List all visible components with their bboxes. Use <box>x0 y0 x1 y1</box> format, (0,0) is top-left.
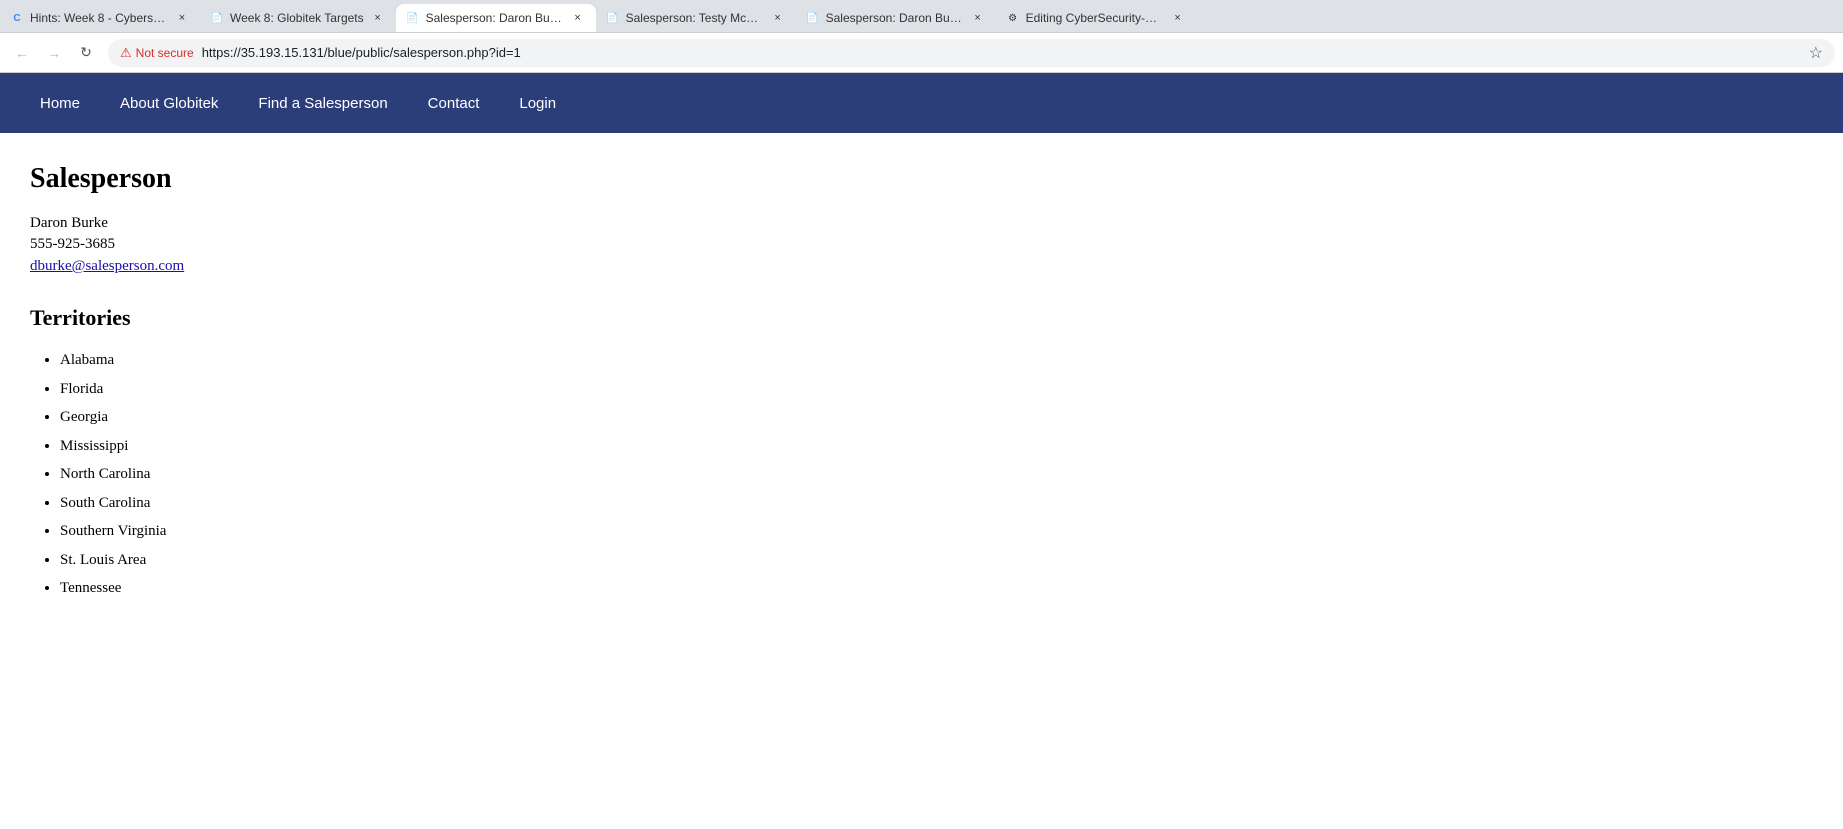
warning-icon: ⚠ <box>120 45 132 61</box>
main-content: Salesperson Daron Burke 555-925-3685 dbu… <box>0 133 900 633</box>
reload-button[interactable]: ↻ <box>72 39 100 67</box>
territory-item: Tennessee <box>60 574 870 603</box>
security-warning: ⚠ Not secure <box>120 45 194 61</box>
nav-link[interactable]: Home <box>20 73 100 133</box>
territory-item: St. Louis Area <box>60 546 870 575</box>
territory-item: South Carolina <box>60 489 870 518</box>
territories-list: AlabamaFloridaGeorgiaMississippiNorth Ca… <box>30 346 870 603</box>
browser-tab[interactable]: 📄 Salesperson: Daron Burk... × <box>396 4 596 32</box>
tab-bar: C Hints: Week 8 - Cyberse... × 📄 Week 8: Glo… <box>0 0 1843 32</box>
page-title: Salesperson <box>30 163 870 195</box>
tab-close-button[interactable]: × <box>570 10 586 26</box>
tab-close-button[interactable]: × <box>970 10 986 26</box>
tab-favicon: 📄 <box>210 11 224 25</box>
nav-link[interactable]: Login <box>499 73 576 133</box>
security-label: Not secure <box>136 46 194 60</box>
nav-buttons: ← → ↻ <box>8 39 100 67</box>
salesperson-info: Daron Burke 555-925-3685 dburke@salesper… <box>30 215 870 275</box>
url-text[interactable]: https://35.193.15.131/blue/public/salesp… <box>202 45 521 60</box>
browser-tab[interactable]: ⚙ Editing CyberSecurity-W... × <box>996 4 1196 32</box>
salesperson-phone: 555-925-3685 <box>30 236 870 253</box>
tab-close-button[interactable]: × <box>770 10 786 26</box>
territory-item: North Carolina <box>60 460 870 489</box>
territory-item: Florida <box>60 375 870 404</box>
tab-title: Salesperson: Daron Burk... <box>426 11 564 25</box>
tab-title: Hints: Week 8 - Cyberse... <box>30 11 168 25</box>
territory-item: Southern Virginia <box>60 517 870 546</box>
territory-item: Georgia <box>60 403 870 432</box>
back-button[interactable]: ← <box>8 39 36 67</box>
browser-chrome: C Hints: Week 8 - Cyberse... × 📄 Week 8: Glo… <box>0 0 1843 73</box>
browser-tab[interactable]: 📄 Week 8: Globitek Targets × <box>200 4 396 32</box>
forward-button[interactable]: → <box>40 39 68 67</box>
tab-favicon: C <box>10 11 24 25</box>
territory-item: Mississippi <box>60 432 870 461</box>
browser-tab[interactable]: 📄 Salesperson: Daron Burk... × <box>796 4 996 32</box>
tab-close-button[interactable]: × <box>1170 10 1186 26</box>
tab-favicon: 📄 <box>606 11 620 25</box>
tab-favicon: 📄 <box>806 11 820 25</box>
nav-link[interactable]: About Globitek <box>100 73 238 133</box>
tab-title: Week 8: Globitek Targets <box>230 11 364 25</box>
browser-tab[interactable]: C Hints: Week 8 - Cyberse... × <box>0 4 200 32</box>
tab-title: Salesperson: Testy McTe... <box>626 11 764 25</box>
tab-favicon: ⚙ <box>1006 11 1020 25</box>
tab-close-button[interactable]: × <box>370 10 386 26</box>
tab-favicon: 📄 <box>406 11 420 25</box>
tab-title: Salesperson: Daron Burk... <box>826 11 964 25</box>
salesperson-name: Daron Burke <box>30 215 870 232</box>
bookmark-icon[interactable]: ☆ <box>1809 43 1823 63</box>
address-bar-row: ← → ↻ ⚠ Not secure https://35.193.15.131… <box>0 32 1843 72</box>
address-bar[interactable]: ⚠ Not secure https://35.193.15.131/blue/… <box>108 39 1835 67</box>
territories-title: Territories <box>30 305 870 331</box>
site-nav: HomeAbout GlobitekFind a SalespersonCont… <box>0 73 1843 133</box>
tab-close-button[interactable]: × <box>174 10 190 26</box>
salesperson-email-link[interactable]: dburke@salesperson.com <box>30 258 184 274</box>
nav-link[interactable]: Contact <box>408 73 500 133</box>
browser-tab[interactable]: 📄 Salesperson: Testy McTe... × <box>596 4 796 32</box>
territory-item: Alabama <box>60 346 870 375</box>
tab-title: Editing CyberSecurity-W... <box>1026 11 1164 25</box>
nav-link[interactable]: Find a Salesperson <box>238 73 407 133</box>
